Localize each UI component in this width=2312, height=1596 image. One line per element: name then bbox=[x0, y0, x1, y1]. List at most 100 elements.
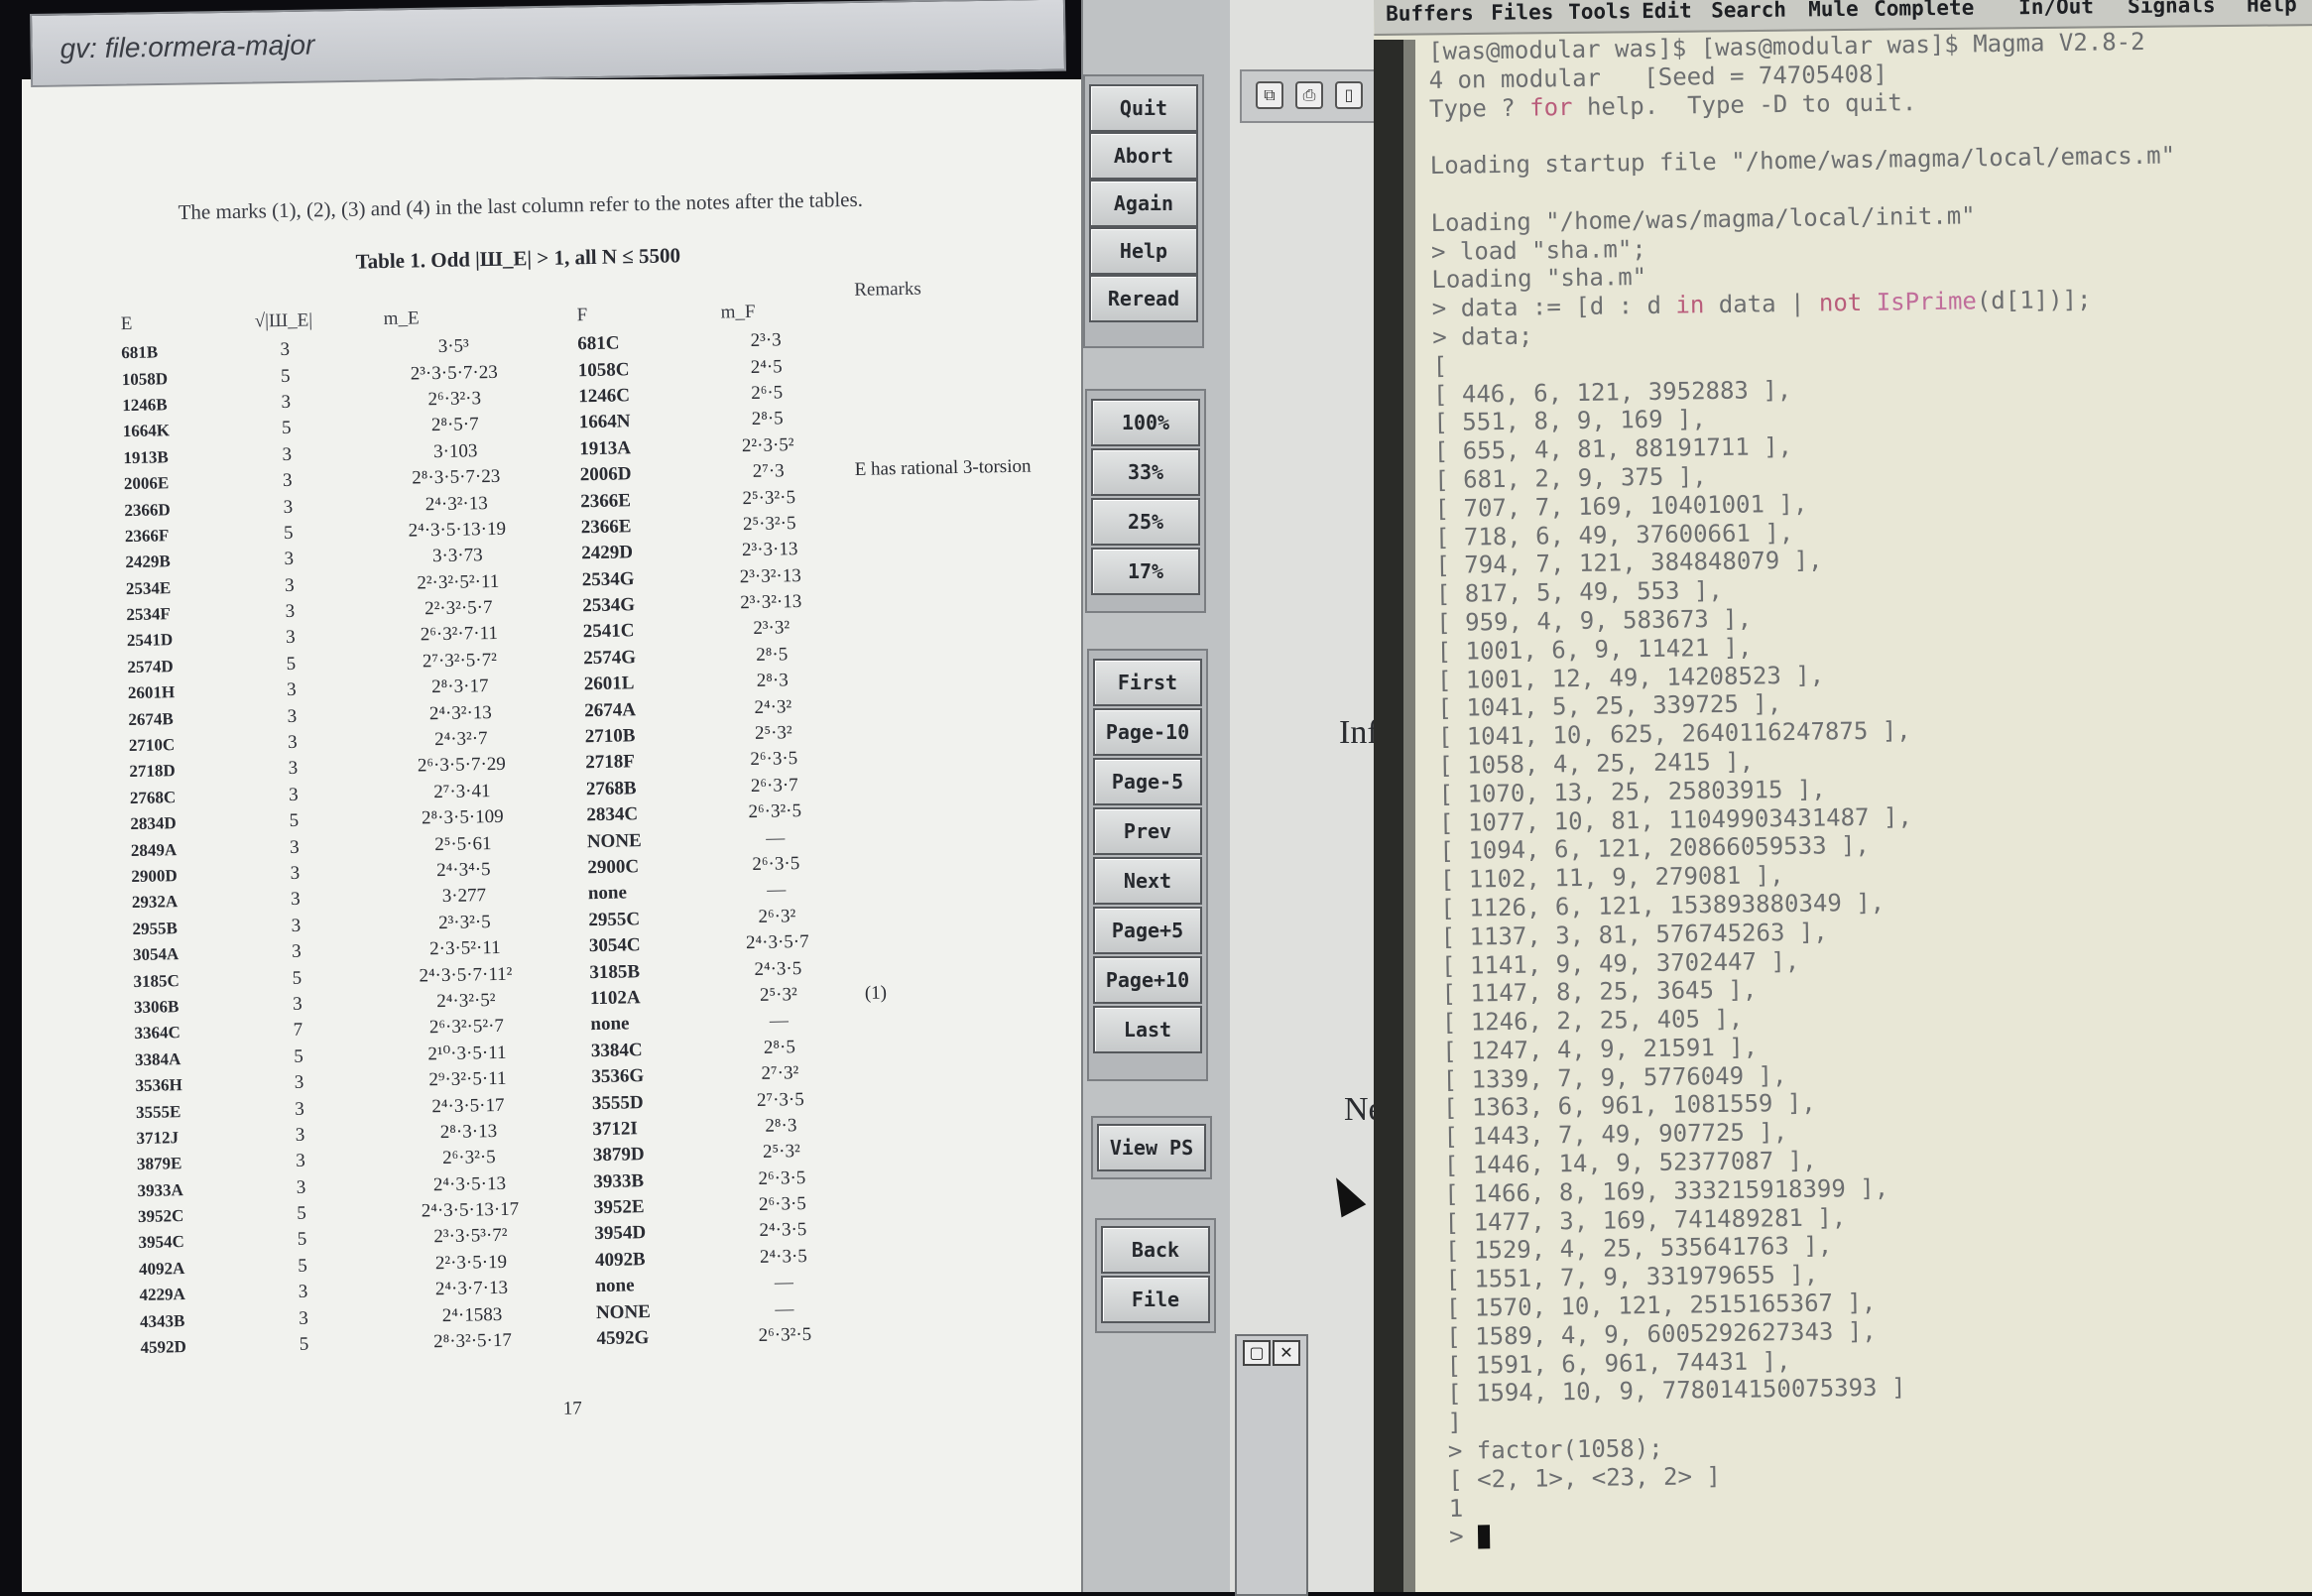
gv-again-button[interactable]: Again bbox=[1089, 180, 1198, 227]
cell-curve-e: 2900D bbox=[131, 866, 178, 887]
cell-curve-e: 2674B bbox=[128, 708, 174, 729]
cell-sha-root: 5 bbox=[298, 1255, 307, 1277]
text-cursor bbox=[1477, 1525, 1491, 1549]
gv-view-ps-button[interactable]: View PS bbox=[1097, 1124, 1206, 1171]
cell-sha-root: 3 bbox=[280, 339, 291, 361]
cell-m-f: 2⁸·3 bbox=[765, 1115, 797, 1137]
gv-page-5-button[interactable]: Page+5 bbox=[1093, 907, 1202, 954]
document-viewport[interactable]: The marks (1), (2), (3) and (4) in the l… bbox=[22, 79, 1095, 1592]
cell-m-f: 2³·3²·13 bbox=[740, 591, 802, 614]
cell-curve-f: 2768B bbox=[585, 778, 637, 800]
cell-sha-root: 3 bbox=[290, 862, 301, 884]
cell-m-f: 2⁴·3·5·7 bbox=[745, 931, 809, 954]
page-number: 17 bbox=[562, 1398, 583, 1419]
gv-window-title: gv: file:ormera-major bbox=[60, 29, 315, 64]
emacs-menu-in-out[interactable]: In/Out bbox=[2018, 0, 2094, 19]
cell-curve-e: 2534E bbox=[125, 577, 172, 598]
cell-curve-e: 3364C bbox=[134, 1023, 181, 1044]
emacs-menu-buffers[interactable]: Buffers bbox=[1386, 1, 1474, 26]
cell-curve-f: 1246C bbox=[578, 385, 631, 408]
cell-m-f: 2⁶·3·5 bbox=[752, 853, 800, 876]
cell-sha-root: 3 bbox=[282, 443, 293, 465]
cell-curve-e: 2955B bbox=[132, 918, 178, 938]
cell-curve-f: none bbox=[590, 1013, 630, 1036]
gv-window-title-bar[interactable]: gv: file:ormera-major bbox=[30, 0, 1067, 87]
emacs-menu-signals[interactable]: Signals bbox=[2128, 0, 2216, 18]
gv-25-button[interactable]: 25% bbox=[1091, 498, 1200, 546]
cell-curve-f: 1913A bbox=[579, 437, 632, 460]
cell-curve-e: 3054A bbox=[132, 944, 180, 965]
toolbar-document-icon[interactable]: ▯ bbox=[1335, 81, 1363, 109]
cell-curve-e: 3933A bbox=[137, 1179, 183, 1200]
header-remarks: Remarks bbox=[854, 278, 921, 301]
cell-m-f: 2⁶·3²·5 bbox=[748, 800, 802, 823]
cell-curve-f: none bbox=[595, 1275, 635, 1297]
cell-curve-f: 2574G bbox=[583, 647, 637, 670]
cell-curve-f: 4092B bbox=[594, 1249, 646, 1271]
cell-curve-f: 1058C bbox=[577, 358, 630, 381]
cell-curve-e: 4592D bbox=[140, 1337, 187, 1357]
small-window: ▢ ✕ bbox=[1235, 1334, 1308, 1596]
gv-prev-button[interactable]: Prev bbox=[1093, 807, 1202, 855]
cell-sha-root: 5 bbox=[283, 522, 294, 544]
gv-next-button[interactable]: Next bbox=[1093, 857, 1202, 905]
cell-m-f: 2⁷·3·5 bbox=[756, 1088, 804, 1111]
cell-curve-f: 3384C bbox=[590, 1039, 643, 1061]
cell-m-f: 2⁴·3·5 bbox=[759, 1219, 807, 1242]
cell-curve-e: 2574D bbox=[127, 657, 174, 676]
emacs-menu-mule[interactable]: Mule bbox=[1808, 0, 1859, 21]
toolbar-copy-icon[interactable]: ⧉ bbox=[1256, 81, 1283, 109]
gv-100-button[interactable]: 100% bbox=[1091, 399, 1200, 446]
cell-curve-f: 2006D bbox=[579, 463, 632, 486]
cell-curve-e: 1246B bbox=[122, 395, 168, 416]
emacs-menu-search[interactable]: Search bbox=[1711, 0, 1786, 22]
cell-m-f: 2⁵·3²·5 bbox=[742, 513, 796, 536]
magma-shell-buffer[interactable]: [was@modular was]$ [was@modular was]$ Ma… bbox=[1428, 26, 2312, 1551]
cell-sha-root: 5 bbox=[286, 653, 297, 675]
gv-last-button[interactable]: Last bbox=[1093, 1006, 1202, 1053]
cell-curve-f: 2710B bbox=[584, 725, 636, 748]
gv-quit-button[interactable]: Quit bbox=[1089, 84, 1198, 132]
gv-33-button[interactable]: 33% bbox=[1091, 448, 1200, 496]
cell-curve-f: 3185B bbox=[589, 960, 641, 983]
gv-first-button[interactable]: First bbox=[1093, 659, 1202, 706]
gv-back-button[interactable]: Back bbox=[1101, 1226, 1210, 1274]
cell-curve-f: 3879D bbox=[592, 1144, 645, 1166]
cell-curve-e: 1664K bbox=[122, 421, 171, 441]
toolbar-print-icon[interactable]: ⎙ bbox=[1295, 81, 1323, 109]
cell-curve-f: 681C bbox=[577, 332, 620, 355]
gv-abort-button[interactable]: Abort bbox=[1089, 132, 1198, 180]
cell-m-f: 2⁴·3·5 bbox=[759, 1245, 808, 1268]
maximize-icon[interactable]: ▢ bbox=[1243, 1340, 1271, 1366]
cell-m-f: — bbox=[766, 826, 786, 849]
gv-17-button[interactable]: 17% bbox=[1091, 548, 1200, 595]
cell-curve-e: 2366D bbox=[124, 499, 171, 520]
cell-sha-root: 5 bbox=[297, 1229, 307, 1251]
close-icon[interactable]: ✕ bbox=[1273, 1340, 1300, 1366]
emacs-menu-complete[interactable]: Complete bbox=[1874, 0, 1974, 21]
emacs-menu-tools[interactable]: Tools bbox=[1568, 0, 1631, 24]
cell-curve-e: 1058D bbox=[121, 368, 169, 389]
emacs-menu-files[interactable]: Files bbox=[1491, 0, 1553, 25]
gv-page-10-button[interactable]: Page-10 bbox=[1093, 708, 1202, 756]
cell-curve-e: 2366F bbox=[124, 526, 170, 547]
cell-m-f: 2⁸·5 bbox=[751, 408, 784, 430]
cell-m-f: — bbox=[775, 1297, 794, 1320]
header-f: F bbox=[576, 305, 588, 326]
cell-m-f: — bbox=[767, 879, 787, 902]
cell-curve-e: 3954C bbox=[138, 1232, 184, 1253]
cell-curve-e: 3712J bbox=[136, 1128, 180, 1148]
cell-sha-root: 3 bbox=[288, 784, 299, 805]
gv-page-10-button[interactable]: Page+10 bbox=[1093, 956, 1202, 1004]
gv-page-5-button[interactable]: Page-5 bbox=[1093, 758, 1202, 805]
gv-help-button[interactable]: Help bbox=[1089, 227, 1198, 275]
gv-file-button[interactable]: File bbox=[1101, 1276, 1210, 1323]
cell-sha-root: 3 bbox=[294, 1071, 304, 1094]
cell-curve-e: 3555E bbox=[135, 1101, 182, 1122]
emacs-menu-help[interactable]: Help bbox=[2247, 0, 2297, 17]
cell-curve-f: 3952E bbox=[593, 1196, 645, 1219]
cell-sha-root: 3 bbox=[288, 758, 299, 780]
cell-curve-f: 2534G bbox=[582, 594, 636, 617]
gv-reread-button[interactable]: Reread bbox=[1089, 275, 1198, 322]
emacs-menu-edit[interactable]: Edit bbox=[1642, 0, 1692, 23]
